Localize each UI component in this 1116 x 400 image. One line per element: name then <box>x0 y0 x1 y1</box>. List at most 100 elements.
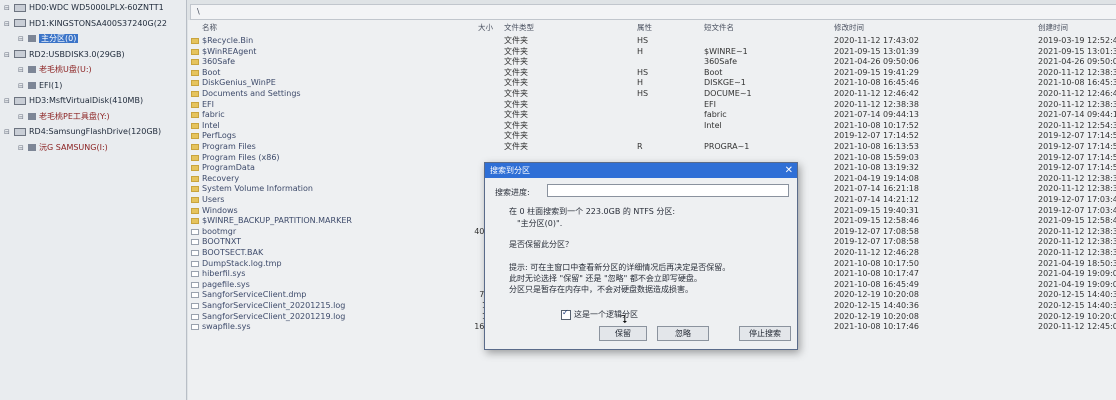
file-row[interactable]: PerfLogs 文件夹 2019-12-07 17:14:52 2019-12-07… <box>188 131 1116 142</box>
col-size-header[interactable]: 大小 <box>478 22 493 34</box>
folder-icon <box>191 112 199 119</box>
file-mod: 2021-10-08 16:45:49 <box>834 279 919 289</box>
path-bar[interactable]: \ <box>190 4 1116 20</box>
checkbox-box[interactable] <box>561 308 571 320</box>
tree-item[interactable]: ⊟ HD3:MsftVirtualDisk(410MB) <box>0 93 186 109</box>
file-row[interactable]: 360Safe 文件夹 360Safe 2021-04-26 09:50:06 2021… <box>188 57 1116 68</box>
file-row[interactable]: EFI 文件夹 EFI 2020-11-12 12:38:38 2020-11-12 1… <box>188 100 1116 111</box>
file-row[interactable]: Boot 文件夹 HS Boot 2021-09-15 19:41:29 2020-11-… <box>188 68 1116 79</box>
file-icon <box>191 250 199 256</box>
file-short: Boot <box>704 67 723 77</box>
file-name: Recovery <box>202 173 240 183</box>
tree-item-label: RD4:SamsungFlashDrive(120GB) <box>29 127 162 136</box>
expand-toggle-icon[interactable]: ⊟ <box>4 125 12 141</box>
keep-button[interactable]: 保留 <box>599 326 647 341</box>
file-name: SangforServiceClient_20201215.log <box>202 301 346 310</box>
file-row[interactable]: Program Files 文件夹 R PROGRA~1 2021-10-08 16:1… <box>188 142 1116 153</box>
expand-toggle-icon[interactable]: ⊟ <box>4 17 12 33</box>
tree-item[interactable]: ⊟ EFI(1) <box>0 78 186 94</box>
expand-toggle-icon[interactable]: ⊟ <box>18 32 26 48</box>
file-row[interactable]: $Recycle.Bin 文件夹 HS 2020-11-12 17:43:02 2019… <box>188 36 1116 47</box>
close-icon[interactable]: ✕ <box>785 163 793 178</box>
col-modified-header[interactable]: 修改时间 <box>834 22 864 34</box>
mouse-cursor-icon: ⮧ <box>621 313 628 326</box>
file-mod: 2020-11-12 12:46:28 <box>834 248 919 257</box>
file-mod: 2021-10-08 15:59:03 <box>834 152 919 162</box>
tree-item-label: EFI(1) <box>39 80 63 90</box>
expand-toggle-icon[interactable]: ⊟ <box>18 63 26 79</box>
ignore-button[interactable]: 忽略 <box>657 326 709 341</box>
col-attr-header[interactable]: 属性 <box>637 22 652 34</box>
found-message-line1: 在 0 柱面搜索到一个 223.0GB 的 NTFS 分区: <box>509 207 676 216</box>
folder-icon <box>191 165 199 172</box>
folder-icon <box>191 207 199 214</box>
expand-toggle-icon[interactable]: ⊟ <box>18 79 26 95</box>
col-created-header[interactable]: 创建时间 <box>1038 22 1068 34</box>
expand-toggle-icon[interactable]: ⊟ <box>4 94 12 110</box>
file-row[interactable]: Documents and Settings 文件夹 HS DOCUME~1 2020-… <box>188 89 1116 100</box>
tree-item[interactable]: ⊟ HD1:KINGSTONSA400S37240G(22 <box>0 16 186 32</box>
file-mod: 2021-04-19 19:14:08 <box>834 173 919 183</box>
file-mod: 2021-09-15 19:41:29 <box>834 67 919 77</box>
tree-item[interactable]: ⊟ 主分区(0) <box>0 31 186 47</box>
file-name: $WinREAgent <box>202 46 257 56</box>
col-name-header[interactable]: 名称 <box>202 22 217 34</box>
col-short-header[interactable]: 短文件名 <box>704 22 734 34</box>
file-mod: 2021-10-08 13:19:32 <box>834 163 919 173</box>
file-cre: 2020-11-12 12:46:42 <box>1038 89 1116 98</box>
partition-icon <box>28 143 36 151</box>
folder-icon <box>191 175 199 182</box>
tree-item-label: 主分区(0) <box>39 34 79 43</box>
hint-line2: 此时无论选择 "保留" 还是 "忽略" 都不会立即写硬盘。 <box>509 274 702 283</box>
tree-item[interactable]: ⊟ 沅G SAMSUNG(I:) <box>0 140 186 156</box>
file-cre: 2020-11-12 12:38:38 <box>1038 237 1116 247</box>
col-type-header[interactable]: 文件类型 <box>504 22 534 34</box>
tree-item-label: RD2:USBDISK3.0(29GB) <box>29 49 125 59</box>
file-name: System Volume Information <box>202 184 313 194</box>
disk-icon <box>14 96 26 105</box>
file-name: Boot <box>202 67 221 77</box>
file-cre: 2020-11-12 12:38:38 <box>1038 248 1116 257</box>
file-type: 文件夹 <box>504 120 528 130</box>
file-row[interactable]: DiskGenius_WinPE 文件夹 H DISKGE~1 2021-10-08 1… <box>188 78 1116 89</box>
file-cre: 2021-10-08 16:45:38 <box>1038 78 1116 88</box>
partition-icon <box>28 66 36 73</box>
partition-icon <box>28 81 36 89</box>
expand-toggle-icon[interactable]: ⊟ <box>18 110 26 126</box>
expand-toggle-icon[interactable]: ⊟ <box>4 1 12 17</box>
tree-item[interactable]: ⊟ 老毛桃U盘(U:) <box>0 62 186 78</box>
file-cre: 2020-11-12 12:38:38 <box>1038 184 1116 194</box>
file-cre: 2019-12-07 17:03:44 <box>1038 195 1116 204</box>
expand-toggle-icon[interactable]: ⊟ <box>4 48 12 64</box>
partition-found-dialog: 搜索到分区 ✕ 搜索进度: 在 0 柱面搜索到一个 223.0GB 的 NTFS… <box>484 162 798 350</box>
progress-label: 搜索进度: <box>495 188 530 197</box>
file-name: PerfLogs <box>202 131 237 141</box>
search-progress-bar <box>547 184 789 197</box>
folder-icon <box>191 218 199 225</box>
file-cre: 2020-11-12 12:38:38 <box>1038 67 1116 77</box>
file-type: 文件夹 <box>504 89 528 98</box>
file-type: 文件夹 <box>504 142 528 151</box>
folder-icon <box>191 59 199 66</box>
expand-toggle-icon[interactable]: ⊟ <box>18 141 26 157</box>
file-row[interactable]: Intel 文件夹 Intel 2021-10-08 10:17:52 2020-11-… <box>188 121 1116 132</box>
file-name: $WINRE_BACKUP_PARTITION.MARKER <box>202 216 352 226</box>
file-attr: H <box>637 46 644 56</box>
file-row[interactable]: $WinREAgent 文件夹 H $WINRE~1 2021-09-15 13:01:… <box>188 47 1116 58</box>
file-icon <box>191 271 199 278</box>
file-cre: 2021-04-19 19:09:06 <box>1038 269 1116 279</box>
file-row[interactable]: fabric 文件夹 fabric 2021-07-14 09:44:13 2021-0… <box>188 110 1116 121</box>
file-name: Users <box>202 195 225 204</box>
tree-item[interactable]: ⊟ RD4:SamsungFlashDrive(120GB) <box>0 124 186 140</box>
keep-question: 是否保留此分区？ <box>509 240 573 249</box>
file-mod: 2020-12-15 14:40:36 <box>834 301 919 310</box>
disk-icon <box>14 3 26 12</box>
tree-item[interactable]: ⊟ HD0:WDC WD5000LPLX-60ZNTT1 <box>0 0 186 16</box>
file-name: Windows <box>202 205 238 215</box>
file-cre: 2020-11-12 12:38:38 <box>1038 226 1116 236</box>
tree-item[interactable]: ⊟ RD2:USBDISK3.0(29GB) <box>0 47 186 63</box>
file-attr: HS <box>637 36 649 45</box>
stop-search-button[interactable]: 停止搜索 <box>739 326 791 341</box>
file-name: $Recycle.Bin <box>202 36 254 45</box>
tree-item[interactable]: ⊟ 老毛桃PE工具盘(Y:) <box>0 109 186 125</box>
